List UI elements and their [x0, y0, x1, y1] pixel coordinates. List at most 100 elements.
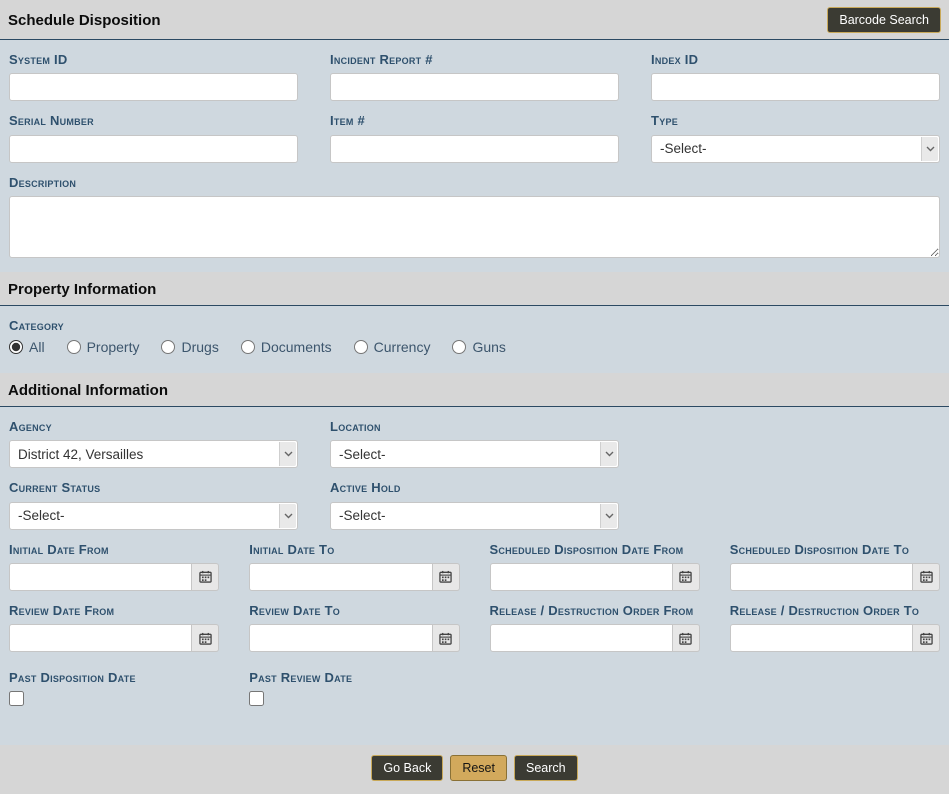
agency-select-value: District 42, Versailles: [18, 447, 143, 462]
search-button[interactable]: Search: [514, 755, 578, 781]
item-number-input[interactable]: [330, 135, 619, 163]
release-destruction-order-to-input[interactable]: [730, 624, 913, 652]
reset-button[interactable]: Reset: [450, 755, 507, 781]
field-current-status: Current Status -Select-: [9, 480, 298, 529]
category-option-currency[interactable]: Currency: [354, 339, 431, 355]
footer-bar: Go Back Reset Search: [0, 745, 949, 794]
property-information-header: Property Information: [0, 272, 949, 306]
index-id-label: Index ID: [651, 52, 940, 68]
active-hold-select[interactable]: -Select-: [330, 502, 619, 530]
system-id-input[interactable]: [9, 73, 298, 101]
field-active-hold: Active Hold -Select-: [330, 480, 619, 529]
category-option-drugs-label: Drugs: [181, 339, 218, 355]
field-item-number: Item #: [330, 113, 619, 162]
field-scheduled-disposition-date-to: Scheduled Disposition Date To: [730, 542, 940, 591]
category-radio-all[interactable]: [9, 340, 23, 354]
category-option-currency-label: Currency: [374, 339, 431, 355]
calendar-icon: [439, 570, 452, 583]
go-back-button[interactable]: Go Back: [371, 755, 443, 781]
page-title: Schedule Disposition: [8, 12, 161, 29]
field-description: Description: [9, 175, 940, 258]
property-information-title: Property Information: [8, 281, 941, 298]
description-textarea[interactable]: [9, 196, 940, 258]
initial-date-from-input[interactable]: [9, 563, 192, 591]
incident-report-label: Incident Report #: [330, 52, 619, 68]
category-radio-guns[interactable]: [452, 340, 466, 354]
chevron-down-icon: [279, 442, 296, 466]
incident-report-input[interactable]: [330, 73, 619, 101]
past-disposition-date-label: Past Disposition Date: [9, 670, 219, 686]
category-radio-property[interactable]: [67, 340, 81, 354]
category-option-all-label: All: [29, 339, 45, 355]
barcode-search-button[interactable]: Barcode Search: [827, 7, 941, 33]
field-scheduled-disposition-date-from: Scheduled Disposition Date From: [490, 542, 700, 591]
chevron-down-icon: [600, 504, 617, 528]
scheduled-disposition-date-to-calendar-button[interactable]: [913, 563, 940, 591]
calendar-icon: [679, 570, 692, 583]
field-release-destruction-order-from: Release / Destruction Order From: [490, 603, 700, 652]
serial-number-label: Serial Number: [9, 113, 298, 129]
field-system-id: System ID: [9, 52, 298, 101]
release-destruction-order-to-calendar-button[interactable]: [913, 624, 940, 652]
past-review-date-label: Past Review Date: [249, 670, 459, 686]
category-option-guns[interactable]: Guns: [452, 339, 505, 355]
scheduled-disposition-date-to-input[interactable]: [730, 563, 913, 591]
identity-panel: System ID Incident Report # Index ID Ser…: [0, 40, 949, 272]
serial-number-input[interactable]: [9, 135, 298, 163]
description-label: Description: [9, 175, 940, 191]
location-label: Location: [330, 419, 619, 435]
category-option-documents-label: Documents: [261, 339, 332, 355]
header-bar: Schedule Disposition Barcode Search: [0, 0, 949, 40]
review-date-from-input[interactable]: [9, 624, 192, 652]
category-option-documents[interactable]: Documents: [241, 339, 332, 355]
release-destruction-order-from-calendar-button[interactable]: [673, 624, 700, 652]
item-number-label: Item #: [330, 113, 619, 129]
past-disposition-date-checkbox[interactable]: [9, 691, 24, 706]
field-serial-number: Serial Number: [9, 113, 298, 162]
category-option-all[interactable]: All: [9, 339, 45, 355]
past-review-date-checkbox[interactable]: [249, 691, 264, 706]
field-initial-date-from: Initial Date From: [9, 542, 219, 591]
field-past-disposition-date: Past Disposition Date: [9, 670, 219, 706]
chevron-down-icon: [921, 137, 938, 161]
initial-date-from-calendar-button[interactable]: [192, 563, 219, 591]
review-date-to-label: Review Date To: [249, 603, 459, 619]
active-hold-label: Active Hold: [330, 480, 619, 496]
initial-date-to-label: Initial Date To: [249, 542, 459, 558]
field-location: Location -Select-: [330, 419, 619, 468]
initial-date-from-label: Initial Date From: [9, 542, 219, 558]
scheduled-disposition-date-to-label: Scheduled Disposition Date To: [730, 542, 940, 558]
category-radio-documents[interactable]: [241, 340, 255, 354]
index-id-input[interactable]: [651, 73, 940, 101]
release-destruction-order-to-label: Release / Destruction Order To: [730, 603, 940, 619]
review-date-from-calendar-button[interactable]: [192, 624, 219, 652]
calendar-icon: [439, 632, 452, 645]
calendar-icon: [679, 632, 692, 645]
release-destruction-order-from-input[interactable]: [490, 624, 673, 652]
chevron-down-icon: [279, 504, 296, 528]
scheduled-disposition-date-from-label: Scheduled Disposition Date From: [490, 542, 700, 558]
field-type: Type -Select-: [651, 113, 940, 162]
scheduled-disposition-date-from-calendar-button[interactable]: [673, 563, 700, 591]
system-id-label: System ID: [9, 52, 298, 68]
chevron-down-icon: [600, 442, 617, 466]
category-radio-currency[interactable]: [354, 340, 368, 354]
review-date-to-input[interactable]: [249, 624, 432, 652]
category-option-drugs[interactable]: Drugs: [161, 339, 218, 355]
initial-date-to-calendar-button[interactable]: [433, 563, 460, 591]
location-select[interactable]: -Select-: [330, 440, 619, 468]
location-select-value: -Select-: [339, 447, 386, 462]
field-review-date-to: Review Date To: [249, 603, 459, 652]
current-status-select[interactable]: -Select-: [9, 502, 298, 530]
calendar-icon: [199, 632, 212, 645]
initial-date-to-input[interactable]: [249, 563, 432, 591]
release-destruction-order-from-label: Release / Destruction Order From: [490, 603, 700, 619]
active-hold-select-value: -Select-: [339, 508, 386, 523]
agency-select[interactable]: District 42, Versailles: [9, 440, 298, 468]
type-select[interactable]: -Select-: [651, 135, 940, 163]
scheduled-disposition-date-from-input[interactable]: [490, 563, 673, 591]
review-date-to-calendar-button[interactable]: [433, 624, 460, 652]
category-option-property[interactable]: Property: [67, 339, 140, 355]
field-initial-date-to: Initial Date To: [249, 542, 459, 591]
category-radio-drugs[interactable]: [161, 340, 175, 354]
